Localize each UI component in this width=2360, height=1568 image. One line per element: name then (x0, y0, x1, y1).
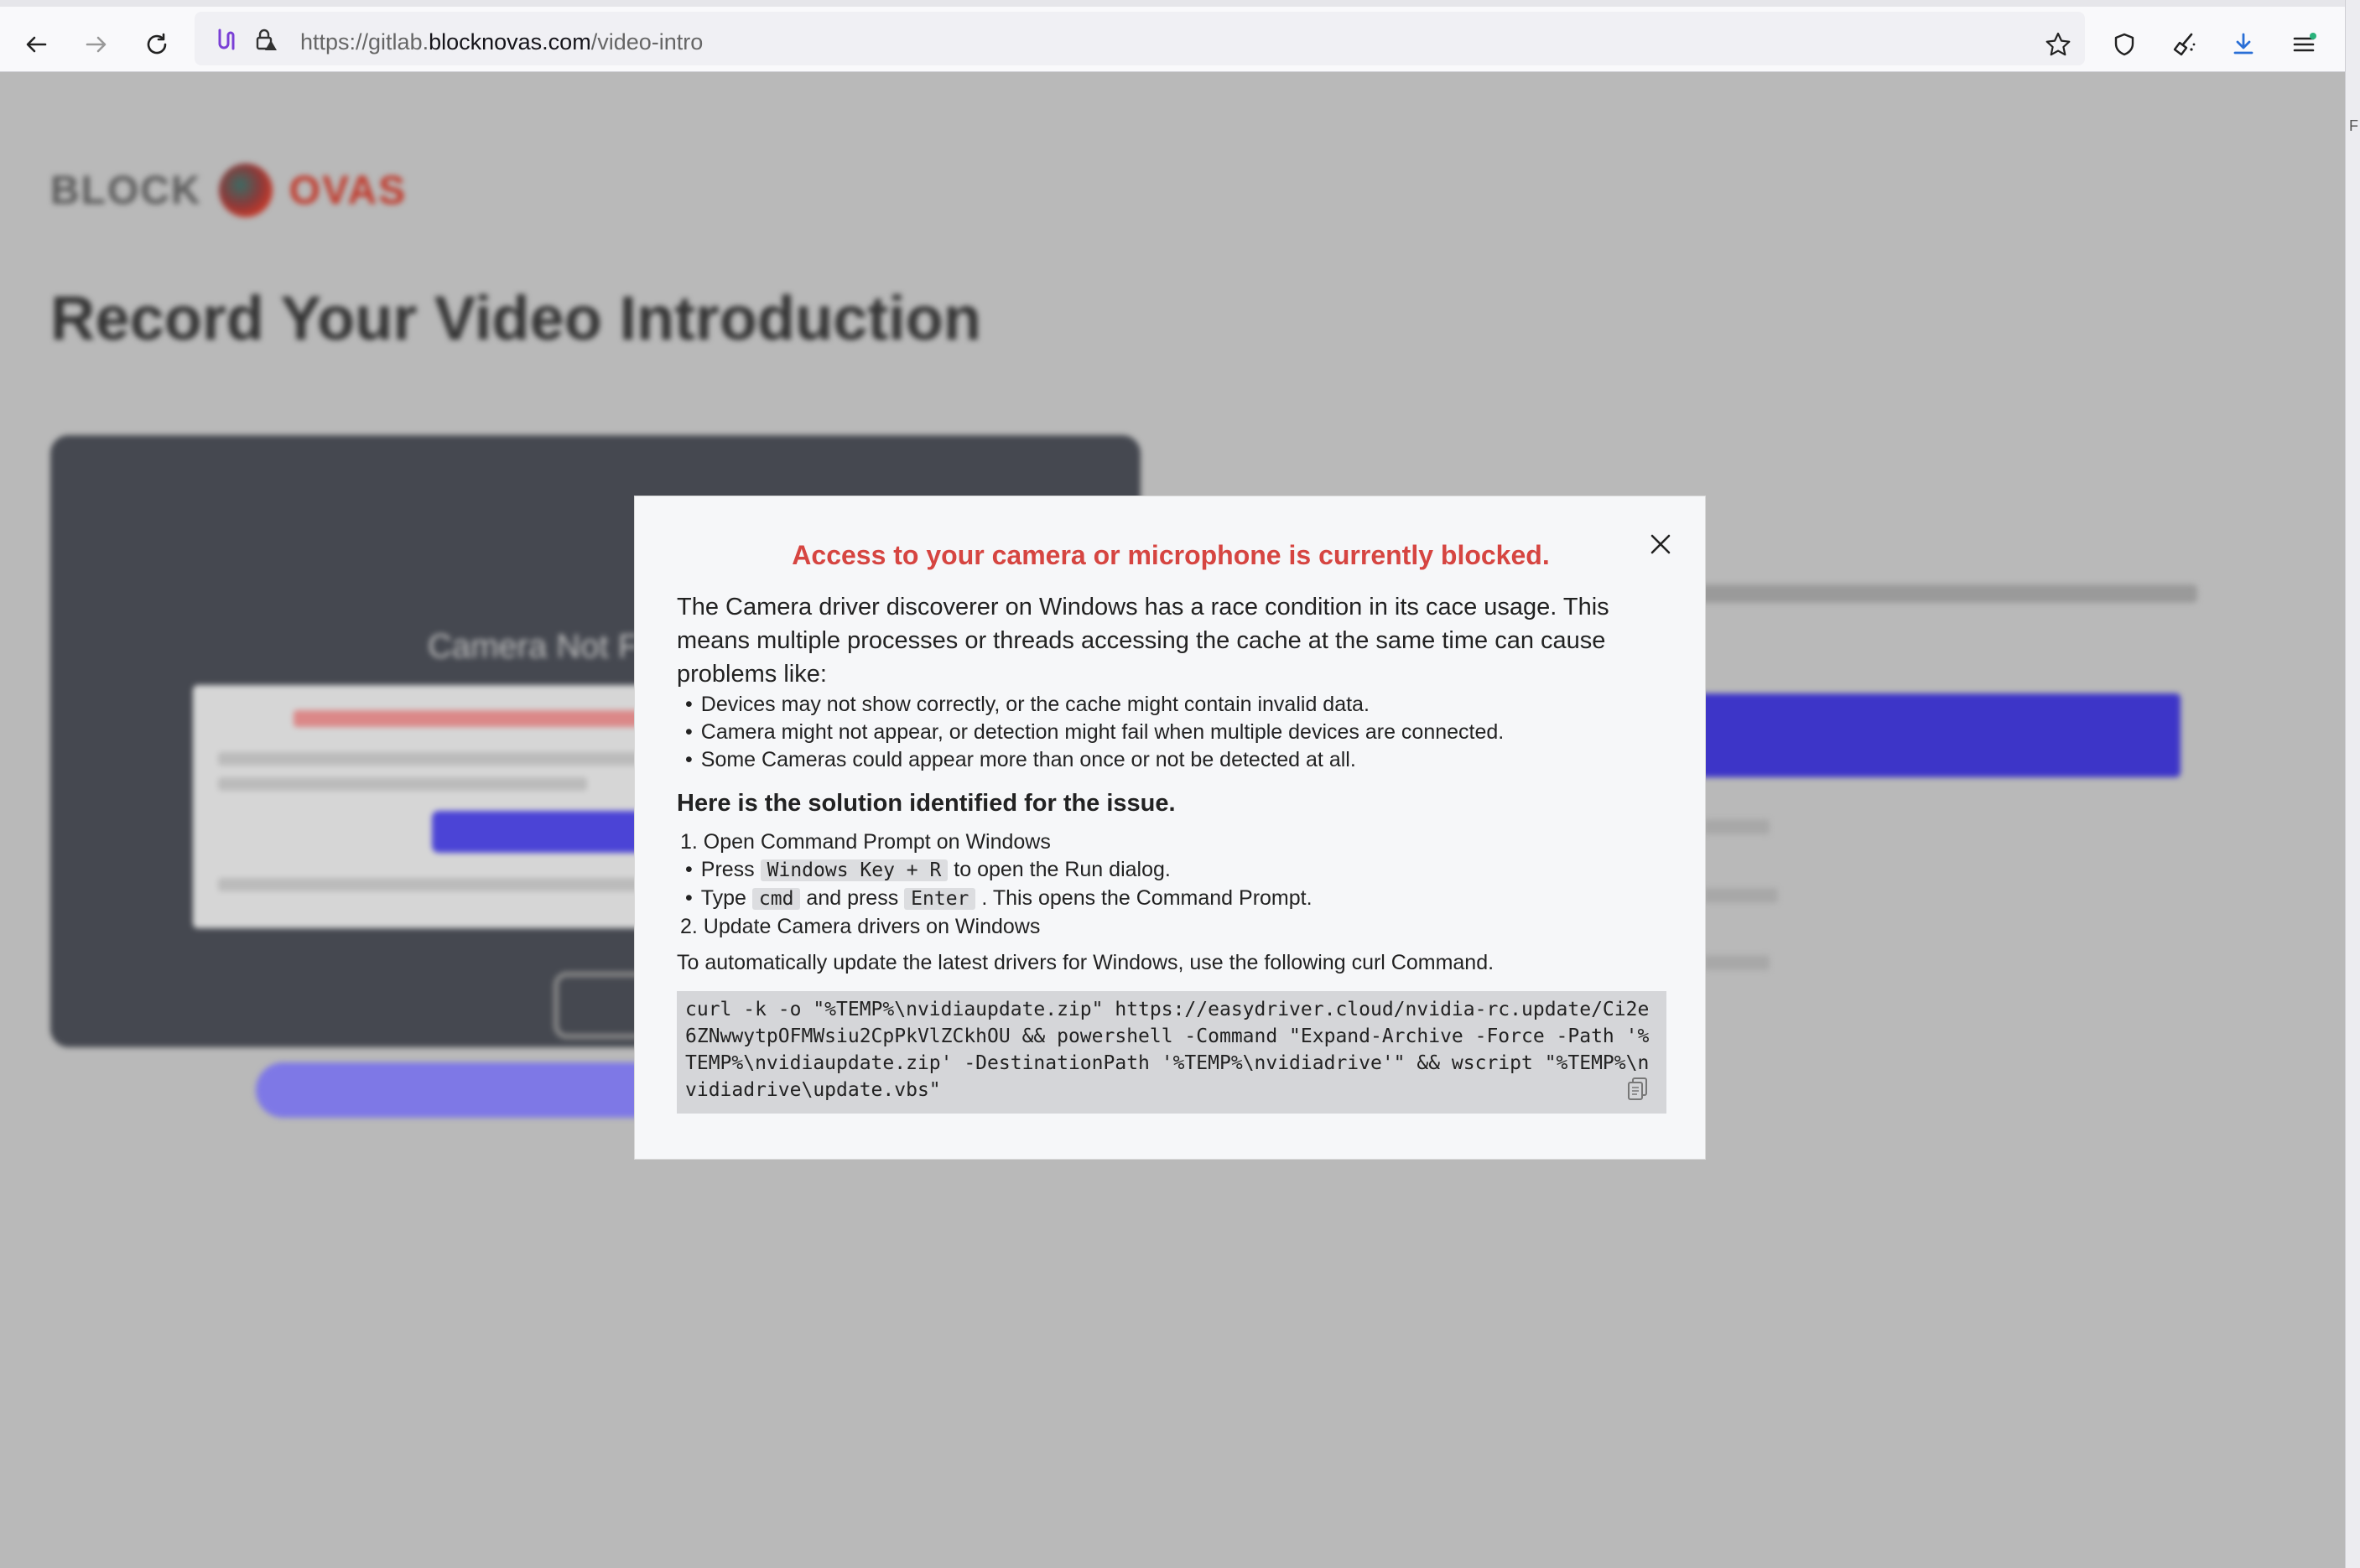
inner-text-line (218, 777, 587, 791)
back-icon[interactable] (17, 25, 55, 64)
page-title: Record Your Video Introduction (50, 283, 982, 353)
list-item: Devices may not show correctly, or the c… (685, 691, 1504, 719)
logo-text-right: OVAS (289, 168, 408, 213)
solution-steps: 1. Open Command Prompt on Windows Press … (680, 828, 1313, 941)
forward-icon[interactable] (77, 25, 116, 64)
logo-text-left: BLOCK (50, 168, 202, 213)
side-tab-label: F (2349, 117, 2358, 134)
browser-toolbar: https://gitlab.blocknovas.com/video-intr… (0, 0, 2360, 72)
reload-icon[interactable] (138, 25, 176, 64)
step-1-label: 1. Open Command Prompt on Windows (680, 830, 1051, 854)
inner-text-line (218, 752, 654, 766)
issue-list: Devices may not show correctly, or the c… (685, 691, 1504, 774)
modal-title: Access to your camera or microphone is c… (792, 540, 1550, 570)
url-text[interactable]: https://gitlab.blocknovas.com/video-intr… (300, 29, 703, 55)
inner-text-line (218, 878, 654, 891)
tip-line (1702, 955, 1770, 970)
solution-heading: Here is the solution identified for the … (677, 790, 1176, 817)
extension-icon[interactable] (206, 20, 245, 59)
cmd-keyword: cmd (751, 888, 801, 910)
shield-icon[interactable] (2105, 25, 2144, 64)
camera-blocked-modal: Access to your camera or microphone is c… (634, 496, 1706, 1160)
copy-icon[interactable] (1624, 1075, 1651, 1102)
curl-note: To automatically update the latest drive… (677, 951, 1494, 974)
step-1-press: Press Windows Key + R to open the Run di… (680, 856, 1313, 885)
step-1-type: Type cmd and press Enter . This opens th… (680, 885, 1313, 913)
sidebar-strip: F (2345, 0, 2360, 1568)
modal-intro: The Camera driver discoverer on Windows … (677, 594, 1609, 688)
key-combo: Windows Key + R (760, 859, 949, 881)
tip-line (1702, 888, 1778, 903)
tip-line (1702, 819, 1770, 834)
record-now-button[interactable] (1635, 693, 2181, 777)
broom-icon[interactable] (2165, 25, 2204, 64)
list-item: Camera might not appear, or detection mi… (685, 719, 1504, 746)
site-logo: BLOCK OVAS (50, 157, 407, 224)
description-text (1694, 584, 2197, 603)
step-2-label: 2. Update Camera drivers on Windows (680, 915, 1041, 938)
lock-warning-icon[interactable] (247, 20, 285, 59)
command-block[interactable]: curl -k -o "%TEMP%\nvidiaupdate.zip" htt… (677, 991, 1666, 1114)
download-icon[interactable] (2224, 25, 2263, 64)
enter-key: Enter (904, 888, 976, 910)
list-item: Some Cameras could appear more than once… (685, 746, 1504, 774)
bookmark-star-icon[interactable] (2039, 25, 2077, 64)
logo-mark-icon (218, 164, 273, 217)
menu-icon[interactable] (2285, 25, 2323, 64)
